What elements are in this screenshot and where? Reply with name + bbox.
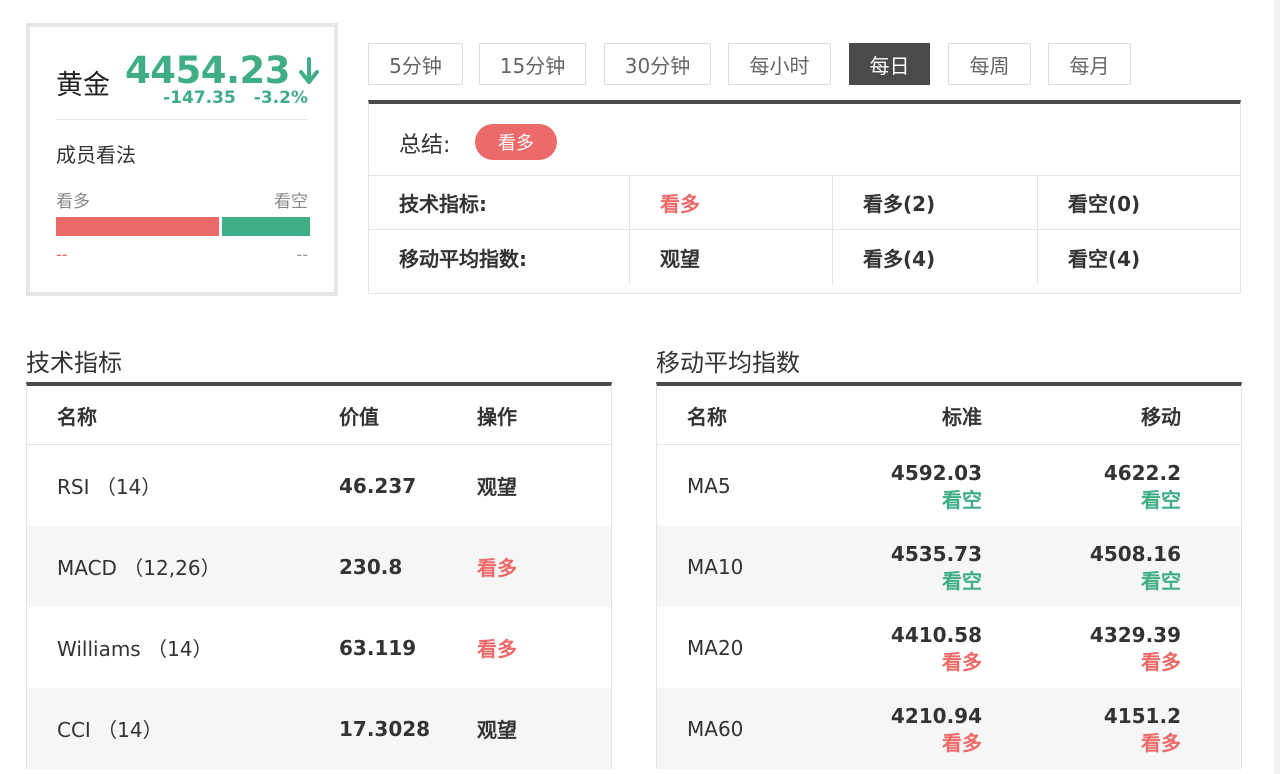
tab-weekly[interactable]: 每周: [948, 43, 1031, 85]
indicator-action: 观望: [477, 718, 517, 742]
bull-value: --: [56, 245, 68, 264]
ma-moving-cell: 4329.39 看多: [1090, 607, 1181, 688]
ma-name: MA10: [687, 554, 744, 579]
indicator-name: MACD （12,26）: [57, 556, 221, 580]
ma-section-title: 移动平均指数: [656, 349, 800, 377]
summary-badge: 看多: [475, 124, 557, 160]
indicator-value: 230.8: [339, 554, 403, 579]
summary-row-bear-count: 看空(4): [1037, 230, 1242, 284]
tab-hourly[interactable]: 每小时: [728, 43, 831, 85]
tab-30min[interactable]: 30分钟: [604, 43, 711, 85]
moving-average-table: 名称 标准 移动 MA5 4592.03 看空 4622.2 看空 MA10 4…: [656, 382, 1242, 769]
ma-name: MA60: [687, 716, 744, 741]
sentiment-bar: [56, 217, 310, 236]
ma-moving-signal: 看空: [1141, 568, 1181, 593]
ma-moving-signal: 看多: [1141, 649, 1181, 674]
indicator-name: RSI （14）: [57, 475, 162, 499]
indicator-action: 看多: [477, 556, 517, 580]
summary-header: 总结: 看多: [369, 104, 1240, 176]
summary-row-label: 移动平均指数:: [399, 246, 527, 271]
ma-standard-cell: 4592.03 看空: [891, 445, 982, 526]
summary-row-bull-count: 看多(4): [832, 230, 1037, 284]
header-moving: 移动: [1141, 404, 1181, 429]
ma-name: MA20: [687, 635, 744, 660]
indicator-action: 观望: [477, 475, 517, 499]
header-name: 名称: [687, 404, 727, 429]
ma-standard-value: 4592.03: [890, 460, 982, 485]
ma-standard-cell: 4410.58 看多: [891, 607, 982, 688]
tab-5min[interactable]: 5分钟: [368, 43, 463, 85]
divider: [56, 119, 308, 120]
table-row: MA5 4592.03 看空 4622.2 看空: [657, 445, 1241, 526]
price-change: -147.35 -3.2%: [163, 88, 308, 108]
summary-row-bear-count: 看空(0): [1037, 176, 1242, 229]
tab-daily[interactable]: 每日: [849, 43, 930, 85]
ma-standard-value: 4410.58: [890, 622, 982, 647]
table-header: 名称 价值 操作: [27, 386, 611, 445]
bear-value: --: [296, 245, 308, 264]
table-row: MACD （12,26） 230.8 看多: [27, 526, 611, 607]
table-header: 名称 标准 移动: [657, 386, 1241, 445]
ma-moving-cell: 4508.16 看空: [1090, 526, 1181, 607]
tab-monthly[interactable]: 每月: [1048, 43, 1131, 85]
asset-name: 黄金: [56, 70, 110, 101]
indicator-action: 看多: [477, 637, 517, 661]
change-amount: -147.35: [163, 88, 236, 108]
header-action: 操作: [477, 404, 517, 429]
table-row: MA10 4535.73 看空 4508.16 看空: [657, 526, 1241, 607]
tab-15min[interactable]: 15分钟: [479, 43, 586, 85]
bear-bar: [221, 217, 310, 236]
summary-label: 总结:: [399, 133, 451, 158]
ma-standard-cell: 4535.73 看空: [891, 526, 982, 607]
change-percent: -3.2%: [253, 88, 308, 108]
ma-name: MA5: [687, 473, 731, 498]
indicator-name: CCI （14）: [57, 718, 163, 742]
header-value: 价值: [339, 404, 379, 429]
ma-moving-cell: 4151.2 看多: [1104, 688, 1181, 769]
ma-standard-value: 4210.94: [890, 703, 982, 728]
price-value: 4454.23: [124, 49, 291, 92]
indicator-name: Williams （14）: [57, 637, 213, 661]
ma-moving-cell: 4622.2 看空: [1104, 445, 1181, 526]
ma-moving-signal: 看多: [1141, 730, 1181, 755]
member-opinion-title: 成员看法: [56, 143, 136, 167]
scrollbar[interactable]: [1274, 0, 1280, 774]
bull-label: 看多: [56, 192, 90, 212]
indicator-value: 46.237: [339, 473, 417, 498]
ma-moving-value: 4151.2: [1103, 703, 1181, 728]
header-standard: 标准: [942, 404, 982, 429]
table-row: Williams （14） 63.119 看多: [27, 607, 611, 688]
ma-standard-signal: 看空: [942, 568, 982, 593]
table-row: MA60 4210.94 看多 4151.2 看多: [657, 688, 1241, 769]
table-row: CCI （14） 17.3028 观望: [27, 688, 611, 769]
header-name: 名称: [57, 404, 97, 429]
summary-row-bull-count: 看多(2): [832, 176, 1037, 229]
ma-standard-signal: 看空: [942, 487, 982, 512]
ma-standard-cell: 4210.94 看多: [891, 688, 982, 769]
ma-moving-value: 4508.16: [1089, 541, 1181, 566]
tech-indicators-table: 名称 价值 操作 RSI （14） 46.237 观望 MACD （12,26）…: [26, 382, 612, 769]
indicator-value: 17.3028: [339, 716, 431, 741]
ma-moving-signal: 看空: [1141, 487, 1181, 512]
summary-row-label: 技术指标:: [399, 192, 487, 216]
summary-row-tech: 技术指标: 看多 看多(2) 看空(0): [369, 176, 1240, 230]
ma-standard-signal: 看多: [942, 730, 982, 755]
table-row: RSI （14） 46.237 观望: [27, 445, 611, 526]
table-row: MA20 4410.58 看多 4329.39 看多: [657, 607, 1241, 688]
summary-row-signal: 看多: [629, 176, 832, 229]
bear-label: 看空: [274, 192, 308, 212]
ma-standard-value: 4535.73: [890, 541, 982, 566]
bull-bar: [56, 217, 219, 236]
summary-row-ma: 移动平均指数: 观望 看多(4) 看空(4): [369, 230, 1240, 284]
summary-panel: 总结: 看多 技术指标: 看多 看多(2) 看空(0) 移动平均指数: 观望 看…: [368, 100, 1241, 294]
summary-row-signal: 观望: [629, 230, 832, 284]
ma-standard-signal: 看多: [942, 649, 982, 674]
tech-section-title: 技术指标: [26, 349, 122, 377]
quote-card: 黄金 4454.23 -147.35 -3.2% 成员看法 看多 看空 -- --: [26, 23, 338, 296]
indicator-value: 63.119: [339, 635, 417, 660]
arrow-down-icon: [299, 57, 319, 84]
ma-moving-value: 4329.39: [1089, 622, 1181, 647]
ma-moving-value: 4622.2: [1103, 460, 1181, 485]
